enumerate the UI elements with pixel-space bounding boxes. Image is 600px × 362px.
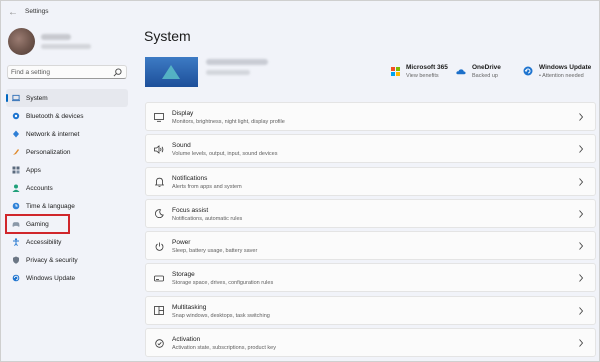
accounts-icon [12,184,20,192]
bell-icon [154,177,164,187]
apps-icon [12,166,20,174]
avatar[interactable] [8,28,35,55]
brush-icon [12,148,20,156]
sidebar-item-label: Personalization [26,148,71,156]
back-button[interactable]: ← [6,5,20,19]
app-title: Settings [25,8,49,15]
sidebar-item-time-language[interactable]: Time & language [6,197,128,215]
sidebar-item-accounts[interactable]: Accounts [6,179,128,197]
sidebar-nav: System Bluetooth & devices Network & int… [6,89,128,287]
card-storage[interactable]: Storage Storage space, drives, configura… [145,263,596,293]
sidebar-item-apps[interactable]: Apps [6,161,128,179]
settings-window: ← Settings System Bluetooth & devices [0,0,600,362]
card-title: Power [172,239,191,247]
card-description: Activation state, subscriptions, product… [172,345,276,352]
status-title: Windows Update [539,64,592,71]
sidebar-item-label: Privacy & security [26,256,78,264]
profile-email-blurred [41,44,91,49]
shield-icon [12,256,20,264]
card-description: Notifications, automatic rules [172,215,243,222]
card-title: Notifications [172,174,208,182]
chevron-right-icon [577,177,585,187]
sidebar-item-personalization[interactable]: Personalization [6,143,128,161]
status-title: OneDrive [472,64,501,71]
card-title: Activation [172,336,201,344]
card-notifications[interactable]: Notifications Alerts from apps and syste… [145,166,596,196]
status-subtitle: Backed up [472,73,498,79]
sidebar-item-label: Network & internet [26,130,80,138]
status-windows-update[interactable]: Windows Update • Attention needed [523,64,591,81]
chevron-right-icon [577,338,585,348]
device-name-blurred [206,59,268,65]
title-bar: ← Settings [1,1,599,23]
sidebar-item-label: System [26,94,48,102]
device-model-blurred [206,70,250,75]
card-multitasking[interactable]: Multitasking Snap windows, desktops, tas… [145,295,596,325]
page-title: System [144,28,191,44]
sidebar-item-privacy[interactable]: Privacy & security [6,251,128,269]
card-title: Multitasking [172,303,207,311]
card-description: Volume levels, output, input, sound devi… [172,151,278,158]
card-activation[interactable]: Activation Activation state, subscriptio… [145,328,596,358]
search-icon[interactable] [113,68,122,77]
display-icon [154,112,164,122]
sidebar-item-label: Apps [26,166,41,174]
card-sound[interactable]: Sound Volume levels, output, input, soun… [145,134,596,164]
chevron-right-icon [577,144,585,154]
sidebar-item-windows-update[interactable]: Windows Update [6,269,128,287]
sidebar-item-label: Accounts [26,184,53,192]
bluetooth-icon [12,112,20,120]
microsoft365-icon [390,66,400,76]
onedrive-icon [456,66,466,76]
search-input[interactable] [11,67,111,77]
chevron-right-icon [577,273,585,283]
power-icon [154,241,164,251]
sidebar-item-bluetooth[interactable]: Bluetooth & devices [6,107,128,125]
laptop-icon [12,94,20,102]
status-subtitle: View benefits [406,73,439,79]
sound-icon [154,144,164,154]
settings-cards: Display Monitors, brightness, night ligh… [145,102,596,360]
sidebar-item-label: Accessibility [26,238,62,246]
card-description: Snap windows, desktops, task switching [172,312,270,319]
sidebar-item-label: Time & language [26,202,75,210]
card-title: Storage [172,271,195,279]
moon-icon [154,209,164,219]
multitasking-icon [154,306,164,316]
card-description: Alerts from apps and system [172,183,242,190]
chevron-right-icon [577,241,585,251]
status-onedrive[interactable]: OneDrive Backed up [456,64,501,81]
profile-name-blurred [41,34,71,40]
accessibility-icon [12,238,20,246]
chevron-right-icon [577,306,585,316]
gaming-highlight-box [5,214,70,234]
chevron-right-icon [577,209,585,219]
activation-icon [154,338,164,348]
card-description: Storage space, drives, configuration rul… [172,280,274,287]
sidebar-item-label: Windows Update [26,274,76,282]
network-icon [12,130,20,138]
card-power[interactable]: Power Sleep, battery usage, battery save… [145,231,596,261]
update-icon [12,274,20,282]
card-title: Focus assist [172,206,209,214]
card-title: Sound [172,142,191,150]
sidebar-item-label: Bluetooth & devices [26,112,84,120]
search-box[interactable] [7,65,127,79]
card-description: Monitors, brightness, night light, displ… [172,119,285,125]
status-subtitle: • Attention needed [539,73,584,79]
status-microsoft365[interactable]: Microsoft 365 View benefits [390,64,448,81]
status-title: Microsoft 365 [406,64,448,71]
sidebar-item-system[interactable]: System [6,89,128,107]
card-display[interactable]: Display Monitors, brightness, night ligh… [145,102,596,131]
device-thumbnail [145,57,198,87]
card-focus-assist[interactable]: Focus assist Notifications, automatic ru… [145,198,596,228]
chevron-right-icon [577,112,585,122]
globe-clock-icon [12,202,20,210]
card-description: Sleep, battery usage, battery saver [172,248,258,255]
storage-icon [154,273,164,283]
card-title: Display [172,110,194,117]
windows-update-icon [523,66,533,76]
sidebar-item-network[interactable]: Network & internet [6,125,128,143]
sidebar-item-accessibility[interactable]: Accessibility [6,233,128,251]
